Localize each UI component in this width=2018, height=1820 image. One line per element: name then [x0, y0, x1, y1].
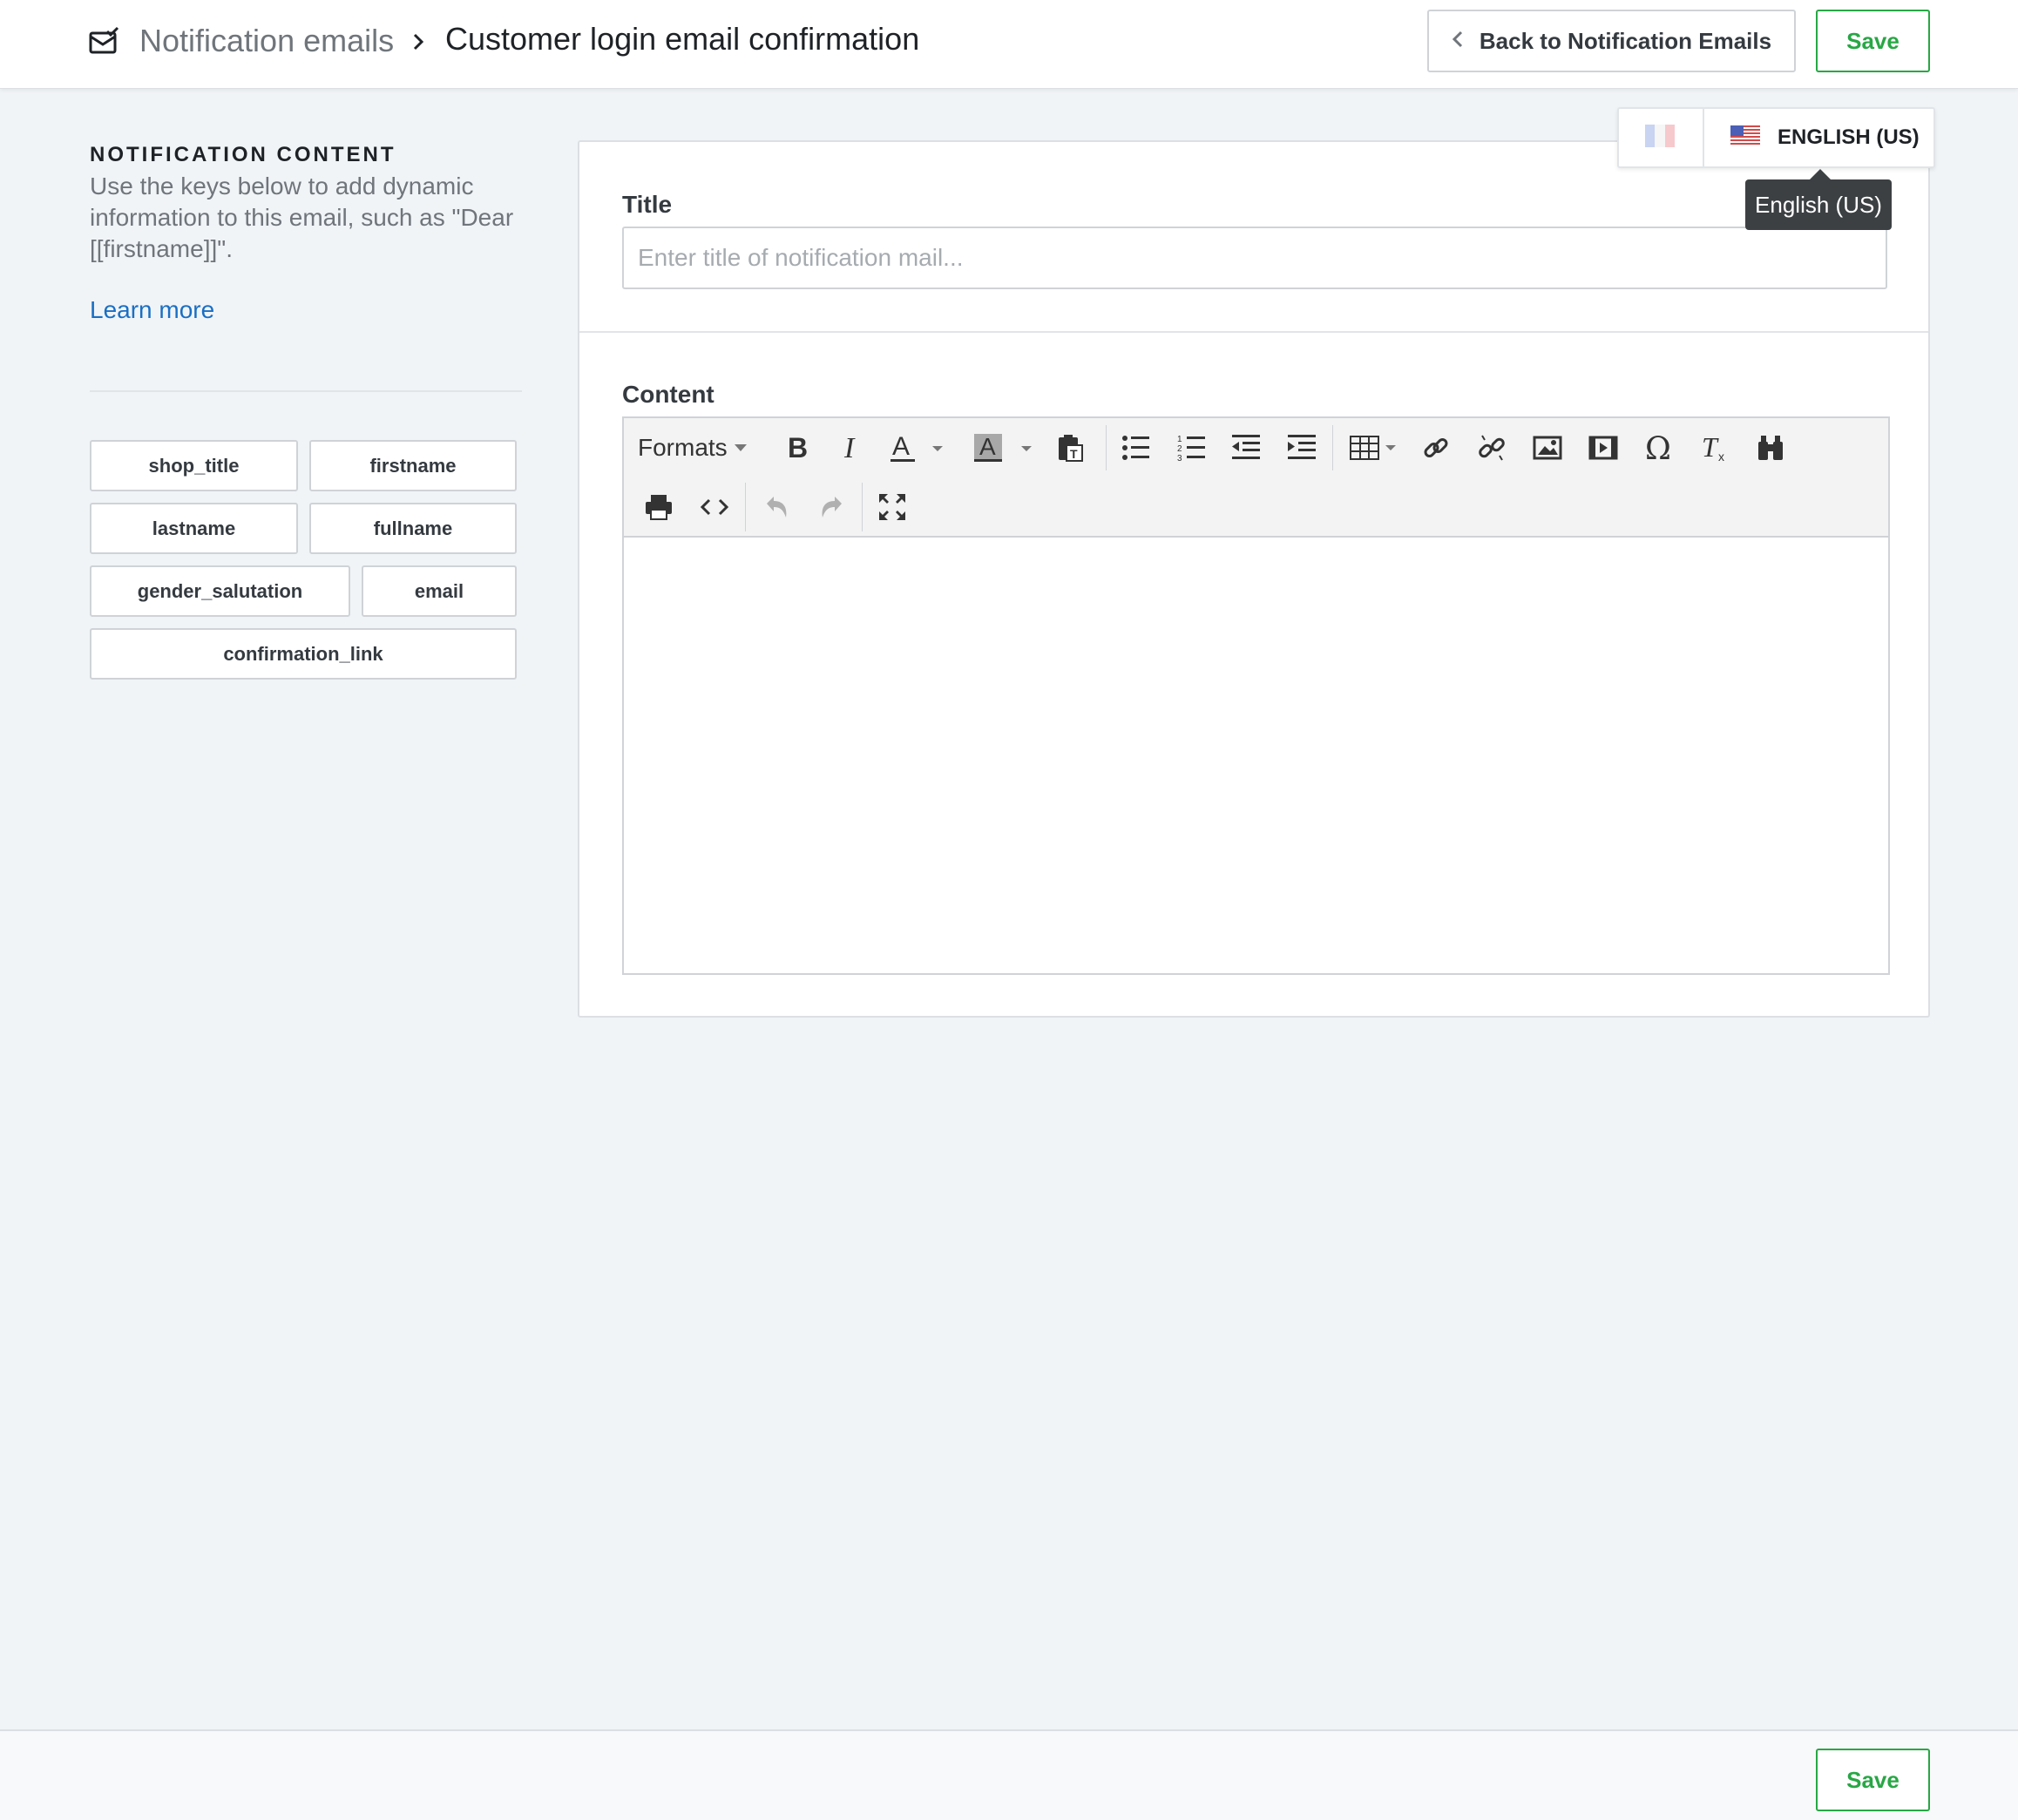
media-icon[interactable] [1586, 430, 1621, 465]
card-divider [579, 331, 1928, 333]
key-button-lastname[interactable]: lastname [90, 503, 298, 554]
outdent-icon[interactable] [1229, 430, 1264, 465]
numbered-list-icon[interactable]: 123 [1175, 430, 1209, 465]
toolbar-separator [745, 483, 746, 531]
source-code-icon[interactable] [697, 490, 732, 524]
notification-content-description: Use the keys below to add dynamic inform… [90, 173, 514, 262]
chevron-right-icon [410, 26, 430, 58]
svg-text:A: A [892, 432, 910, 461]
svg-text:x: x [1718, 450, 1724, 463]
key-button-firstname[interactable]: firstname [309, 440, 517, 491]
paste-text-icon[interactable]: T [1053, 430, 1087, 465]
toolbar-separator [1106, 425, 1107, 470]
sidebar-divider [90, 390, 522, 392]
content-label: Content [622, 381, 714, 408]
back-button-label: Back to Notification Emails [1479, 27, 1772, 54]
bold-icon[interactable]: B [779, 430, 814, 465]
indent-icon[interactable] [1285, 430, 1320, 465]
find-replace-icon[interactable] [1753, 430, 1788, 465]
envelope-check-icon [88, 26, 119, 58]
language-switcher: ENGLISH (US) [1617, 107, 1935, 168]
save-button-bottom[interactable]: Save [1816, 1749, 1930, 1811]
learn-more-link[interactable]: Learn more [90, 296, 214, 324]
language-option-english-us[interactable]: ENGLISH (US) [1704, 109, 1933, 166]
editor-toolbar: Formats B I A A T 123 Ω T x [624, 418, 1888, 538]
link-icon[interactable] [1419, 430, 1453, 465]
table-icon[interactable] [1347, 430, 1403, 465]
clear-formatting-icon[interactable]: Tx [1697, 430, 1732, 465]
undo-icon[interactable] [759, 490, 794, 524]
svg-text:T: T [1702, 433, 1719, 463]
flag-fr-icon[interactable] [1645, 125, 1675, 151]
save-button[interactable]: Save [1816, 10, 1930, 72]
key-button-shop-title[interactable]: shop_title [90, 440, 298, 491]
svg-text:B: B [788, 435, 807, 461]
svg-text:3: 3 [1177, 454, 1182, 463]
svg-text:1: 1 [1177, 435, 1182, 444]
caret-down-icon [734, 444, 747, 451]
text-color-icon[interactable]: A [885, 430, 946, 465]
toolbar-separator [1332, 425, 1333, 470]
key-button-fullname[interactable]: fullname [309, 503, 517, 554]
redo-icon[interactable] [815, 490, 850, 524]
title-label: Title [622, 191, 673, 218]
back-to-notification-emails-button[interactable]: Back to Notification Emails [1427, 10, 1796, 72]
top-bar: Notification emails Customer login email… [0, 0, 2018, 89]
key-button-gender-salutation[interactable]: gender_salutation [90, 565, 350, 617]
background-color-icon[interactable]: A [969, 430, 1035, 465]
key-button-confirmation-link[interactable]: confirmation_link [90, 628, 517, 680]
special-character-icon[interactable]: Ω [1642, 430, 1676, 465]
page-title: Customer login email confirmation [445, 21, 920, 57]
flag-us-icon [1730, 125, 1760, 151]
toolbar-separator [862, 483, 863, 531]
key-button-email[interactable]: email [362, 565, 517, 617]
svg-text:T: T [1070, 447, 1078, 461]
rich-text-editor: Formats B I A A T 123 Ω T x [622, 416, 1890, 975]
formats-label: Formats [638, 434, 728, 461]
unlink-icon[interactable] [1474, 430, 1509, 465]
svg-text:I: I [843, 435, 856, 461]
chevron-left-icon [1452, 28, 1480, 55]
breadcrumb-notification-emails[interactable]: Notification emails [139, 21, 394, 61]
svg-text:Ω: Ω [1645, 433, 1671, 463]
svg-text:2: 2 [1177, 444, 1182, 454]
svg-text:A: A [979, 433, 996, 460]
print-icon[interactable] [641, 490, 676, 524]
notification-form-card: Title Content Formats B I A A T [578, 140, 1930, 1018]
language-tooltip: English (US) [1745, 179, 1892, 230]
image-icon[interactable] [1530, 430, 1565, 465]
fullscreen-icon[interactable] [875, 490, 910, 524]
content-edit-area[interactable] [624, 538, 1888, 973]
title-input[interactable] [622, 227, 1887, 289]
italic-icon[interactable]: I [835, 430, 870, 465]
language-label: ENGLISH (US) [1778, 125, 1920, 149]
bullet-list-icon[interactable] [1119, 430, 1154, 465]
notification-content-heading: NOTIFICATION CONTENT [90, 143, 396, 166]
tooltip-arrow [1810, 169, 1831, 179]
bottom-bar: Save [0, 1729, 2018, 1820]
formats-dropdown[interactable]: Formats [638, 430, 754, 465]
